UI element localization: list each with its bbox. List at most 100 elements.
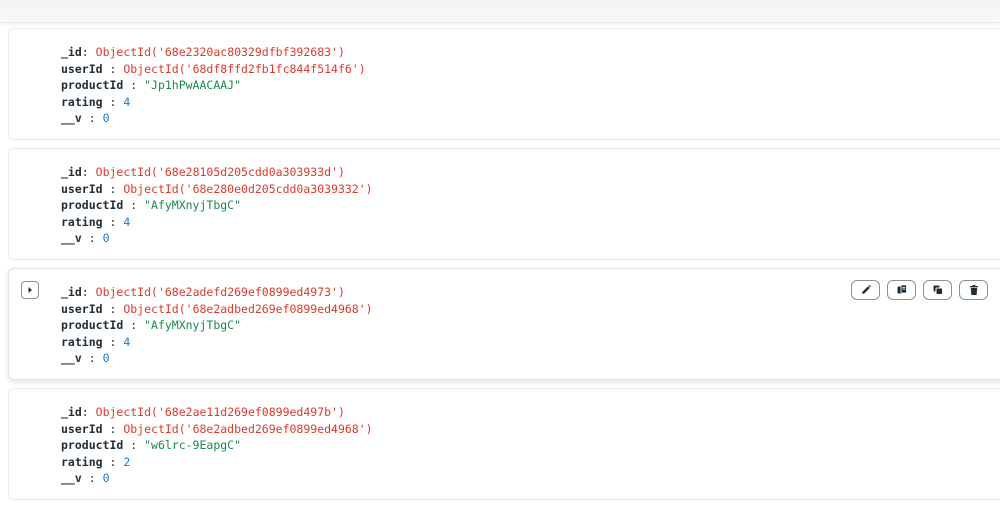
field-separator: : [123, 318, 145, 332]
field-key: __v [61, 351, 82, 365]
document-actions [851, 280, 988, 300]
field-value: ObjectId('68e28105d205cdd0a303933d') [95, 165, 345, 179]
field-key: rating [61, 214, 103, 229]
field-key: productId [61, 78, 124, 92]
field-key: rating [61, 454, 103, 469]
field-key: _id [61, 405, 82, 419]
field-row-version: __v : 0 [61, 470, 373, 487]
field-value: ObjectId('68e2ae11d269ef0899ed497b') [95, 405, 345, 419]
clone-icon [933, 285, 943, 295]
document-card[interactable]: _id: ObjectId('68e28105d205cdd0a303933d'… [8, 148, 1000, 260]
expand-document-button[interactable] [21, 281, 39, 299]
field-separator: : [123, 78, 145, 92]
field-separator: : [123, 198, 145, 212]
caret-right-icon [28, 287, 32, 293]
field-value: ObjectId('68e2adbed269ef0899ed4968') [123, 301, 373, 316]
field-value: ObjectId('68e2adefd269ef0899ed4973') [95, 285, 345, 299]
field-value: "Jp1hPwAACAAJ" [144, 78, 242, 92]
field-row-userid: userId : ObjectId('68e280e0d205cdd0a3039… [61, 181, 373, 198]
field-value: "AfyMXnyjTbgC" [144, 198, 242, 212]
field-row-id: _id: ObjectId('68e2320ac80329dfbf392683'… [61, 44, 366, 61]
field-value: 4 [123, 94, 131, 109]
field-separator: : [81, 405, 96, 419]
field-separator: : [102, 94, 124, 109]
field-row-productid: productId : "Jp1hPwAACAAJ" [61, 77, 366, 94]
field-key: rating [61, 334, 103, 349]
field-row-id: _id: ObjectId('68e2ae11d269ef0899ed497b'… [61, 404, 373, 421]
field-key: __v [61, 111, 82, 125]
field-separator: : [102, 454, 124, 469]
document-fields: _id: ObjectId('68e2ae11d269ef0899ed497b'… [61, 404, 373, 487]
field-row-rating: rating : 2 [61, 454, 373, 471]
field-separator: : [102, 181, 124, 196]
pencil-icon [861, 284, 871, 294]
field-value: ObjectId('68e2320ac80329dfbf392683') [95, 45, 345, 59]
field-key: _id [61, 165, 82, 179]
field-row-version: __v : 0 [61, 230, 373, 247]
copy-icon [897, 284, 907, 294]
field-key: _id [61, 285, 82, 299]
document-fields: _id: ObjectId('68e28105d205cdd0a303933d'… [61, 164, 373, 247]
field-separator: : [81, 111, 103, 125]
field-separator: : [102, 61, 124, 76]
field-separator: : [81, 165, 96, 179]
document-list: _id: ObjectId('68e2320ac80329dfbf392683'… [8, 28, 1000, 508]
field-row-version: __v : 0 [61, 350, 373, 367]
field-key: __v [61, 231, 82, 245]
field-separator: : [81, 285, 96, 299]
field-row-rating: rating : 4 [61, 214, 373, 231]
field-row-userid: userId : ObjectId('68e2adbed269ef0899ed4… [61, 301, 373, 318]
field-value: ObjectId('68e2adbed269ef0899ed4968') [123, 421, 373, 436]
field-key: productId [61, 438, 124, 452]
copy-document-button[interactable] [887, 280, 916, 300]
document-fields: _id: ObjectId('68e2adefd269ef0899ed4973'… [61, 284, 373, 367]
document-card[interactable]: _id: ObjectId('68e2adefd269ef0899ed4973'… [8, 268, 1000, 380]
field-key: __v [61, 471, 82, 485]
field-value: "AfyMXnyjTbgC" [144, 318, 242, 332]
field-key: rating [61, 94, 103, 109]
field-key: userId [61, 421, 103, 436]
field-separator: : [123, 438, 145, 452]
field-separator: : [81, 471, 103, 485]
field-key: productId [61, 198, 124, 212]
edit-document-button[interactable] [851, 280, 880, 300]
field-value: 0 [102, 111, 110, 125]
field-row-id: _id: ObjectId('68e28105d205cdd0a303933d'… [61, 164, 373, 181]
field-row-productid: productId : "AfyMXnyjTbgC" [61, 197, 373, 214]
field-value: 4 [123, 334, 131, 349]
field-value: 0 [102, 471, 110, 485]
field-separator: : [81, 45, 96, 59]
field-value: 2 [123, 454, 131, 469]
toolbar-shadow [0, 0, 1000, 23]
field-row-rating: rating : 4 [61, 94, 366, 111]
document-card[interactable]: _id: ObjectId('68e2ae11d269ef0899ed497b'… [8, 388, 1000, 500]
field-key: productId [61, 318, 124, 332]
field-separator: : [102, 214, 124, 229]
field-value: ObjectId('68e280e0d205cdd0a3039332') [123, 181, 373, 196]
field-separator: : [102, 421, 124, 436]
field-row-version: __v : 0 [61, 110, 366, 127]
field-value: "w6lrc-9EapgC" [144, 438, 242, 452]
field-row-productid: productId : "w6lrc-9EapgC" [61, 437, 373, 454]
field-separator: : [81, 231, 103, 245]
trash-icon [969, 285, 978, 295]
field-row-rating: rating : 4 [61, 334, 373, 351]
field-value: 4 [123, 214, 131, 229]
field-value: 0 [102, 351, 110, 365]
field-separator: : [102, 334, 124, 349]
field-key: userId [61, 61, 103, 76]
field-row-productid: productId : "AfyMXnyjTbgC" [61, 317, 373, 334]
field-row-userid: userId : ObjectId('68df8ffd2fb1fc844f514… [61, 61, 366, 78]
field-key: userId [61, 301, 103, 316]
clone-document-button[interactable] [923, 280, 952, 300]
field-key: _id [61, 45, 82, 59]
field-value: ObjectId('68df8ffd2fb1fc844f514f6') [123, 61, 366, 76]
document-card[interactable]: _id: ObjectId('68e2320ac80329dfbf392683'… [8, 28, 1000, 140]
field-separator: : [102, 301, 124, 316]
field-separator: : [81, 351, 103, 365]
field-value: 0 [102, 231, 110, 245]
document-fields: _id: ObjectId('68e2320ac80329dfbf392683'… [61, 44, 366, 127]
delete-document-button[interactable] [959, 280, 988, 300]
field-row-userid: userId : ObjectId('68e2adbed269ef0899ed4… [61, 421, 373, 438]
field-key: userId [61, 181, 103, 196]
